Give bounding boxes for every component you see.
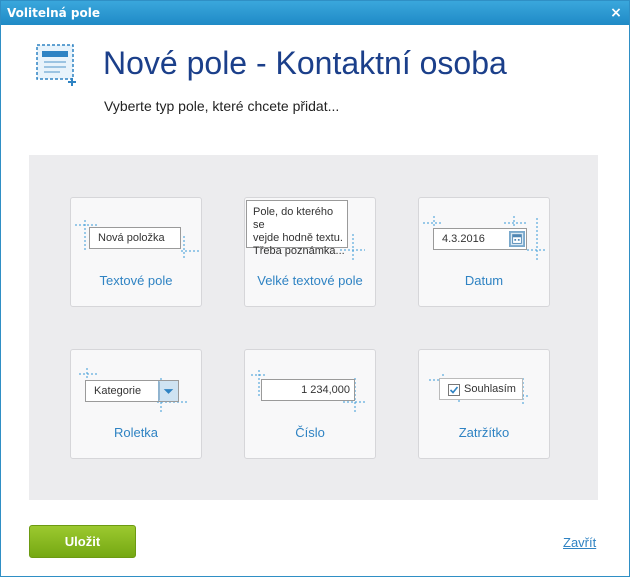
field-type-text[interactable]: Nová položka Textové pole [70, 197, 202, 307]
page-title: Nové pole - Kontaktní osoba [103, 45, 507, 81]
form-field-add-icon [36, 44, 76, 86]
close-link[interactable]: Zavřít [563, 535, 596, 550]
guide-lines-decoration [79, 368, 189, 412]
field-type-date[interactable]: 4.3.2016 Datum [418, 197, 550, 307]
save-button[interactable]: Uložit [29, 525, 136, 558]
sample-checkbox: Souhlasím [439, 378, 523, 400]
sample-date-input: 4.3.2016 [433, 228, 527, 250]
guide-lines-decoration [423, 216, 545, 260]
guide-lines-decoration [251, 370, 365, 412]
field-type-label: Velké textové pole [257, 273, 363, 288]
checkbox-checked-icon [448, 384, 460, 396]
field-type-label: Číslo [295, 425, 325, 440]
field-type-label: Roletka [113, 425, 159, 440]
guide-lines-decoration [429, 374, 529, 406]
field-type-panel: Nová položka Textové pole Pole, do které… [29, 155, 598, 500]
field-type-label: Zatržítko [458, 425, 510, 440]
field-type-checkbox[interactable]: Souhlasím Zatržítko [418, 349, 550, 459]
dropdown-arrow-icon [158, 381, 178, 401]
close-icon[interactable]: × [609, 1, 623, 25]
window-title: Volitelná pole [7, 6, 100, 20]
field-type-dropdown[interactable]: Kategorie Roletka [70, 349, 202, 459]
sample-dropdown: Kategorie [85, 380, 179, 402]
page-subtitle: Vyberte typ pole, které chcete přidat... [104, 98, 340, 114]
sample-textarea: Pole, do kterého se vejde hodně textu. T… [246, 200, 348, 257]
field-type-number[interactable]: 1 234,000 Číslo [244, 349, 376, 459]
field-type-large-text[interactable]: Pole, do kterého se vejde hodně textu. T… [244, 197, 376, 307]
calendar-icon [509, 231, 525, 247]
sample-text-input: Nová položka [89, 227, 181, 249]
sample-number-input: 1 234,000 [261, 379, 355, 401]
field-type-label: Datum [464, 273, 504, 288]
guide-lines-decoration [75, 220, 199, 260]
dialog-window: Volitelná pole × Nové pole - Kontaktní o… [0, 0, 630, 577]
titlebar: Volitelná pole × [1, 1, 629, 25]
field-type-label: Textové pole [99, 273, 173, 288]
